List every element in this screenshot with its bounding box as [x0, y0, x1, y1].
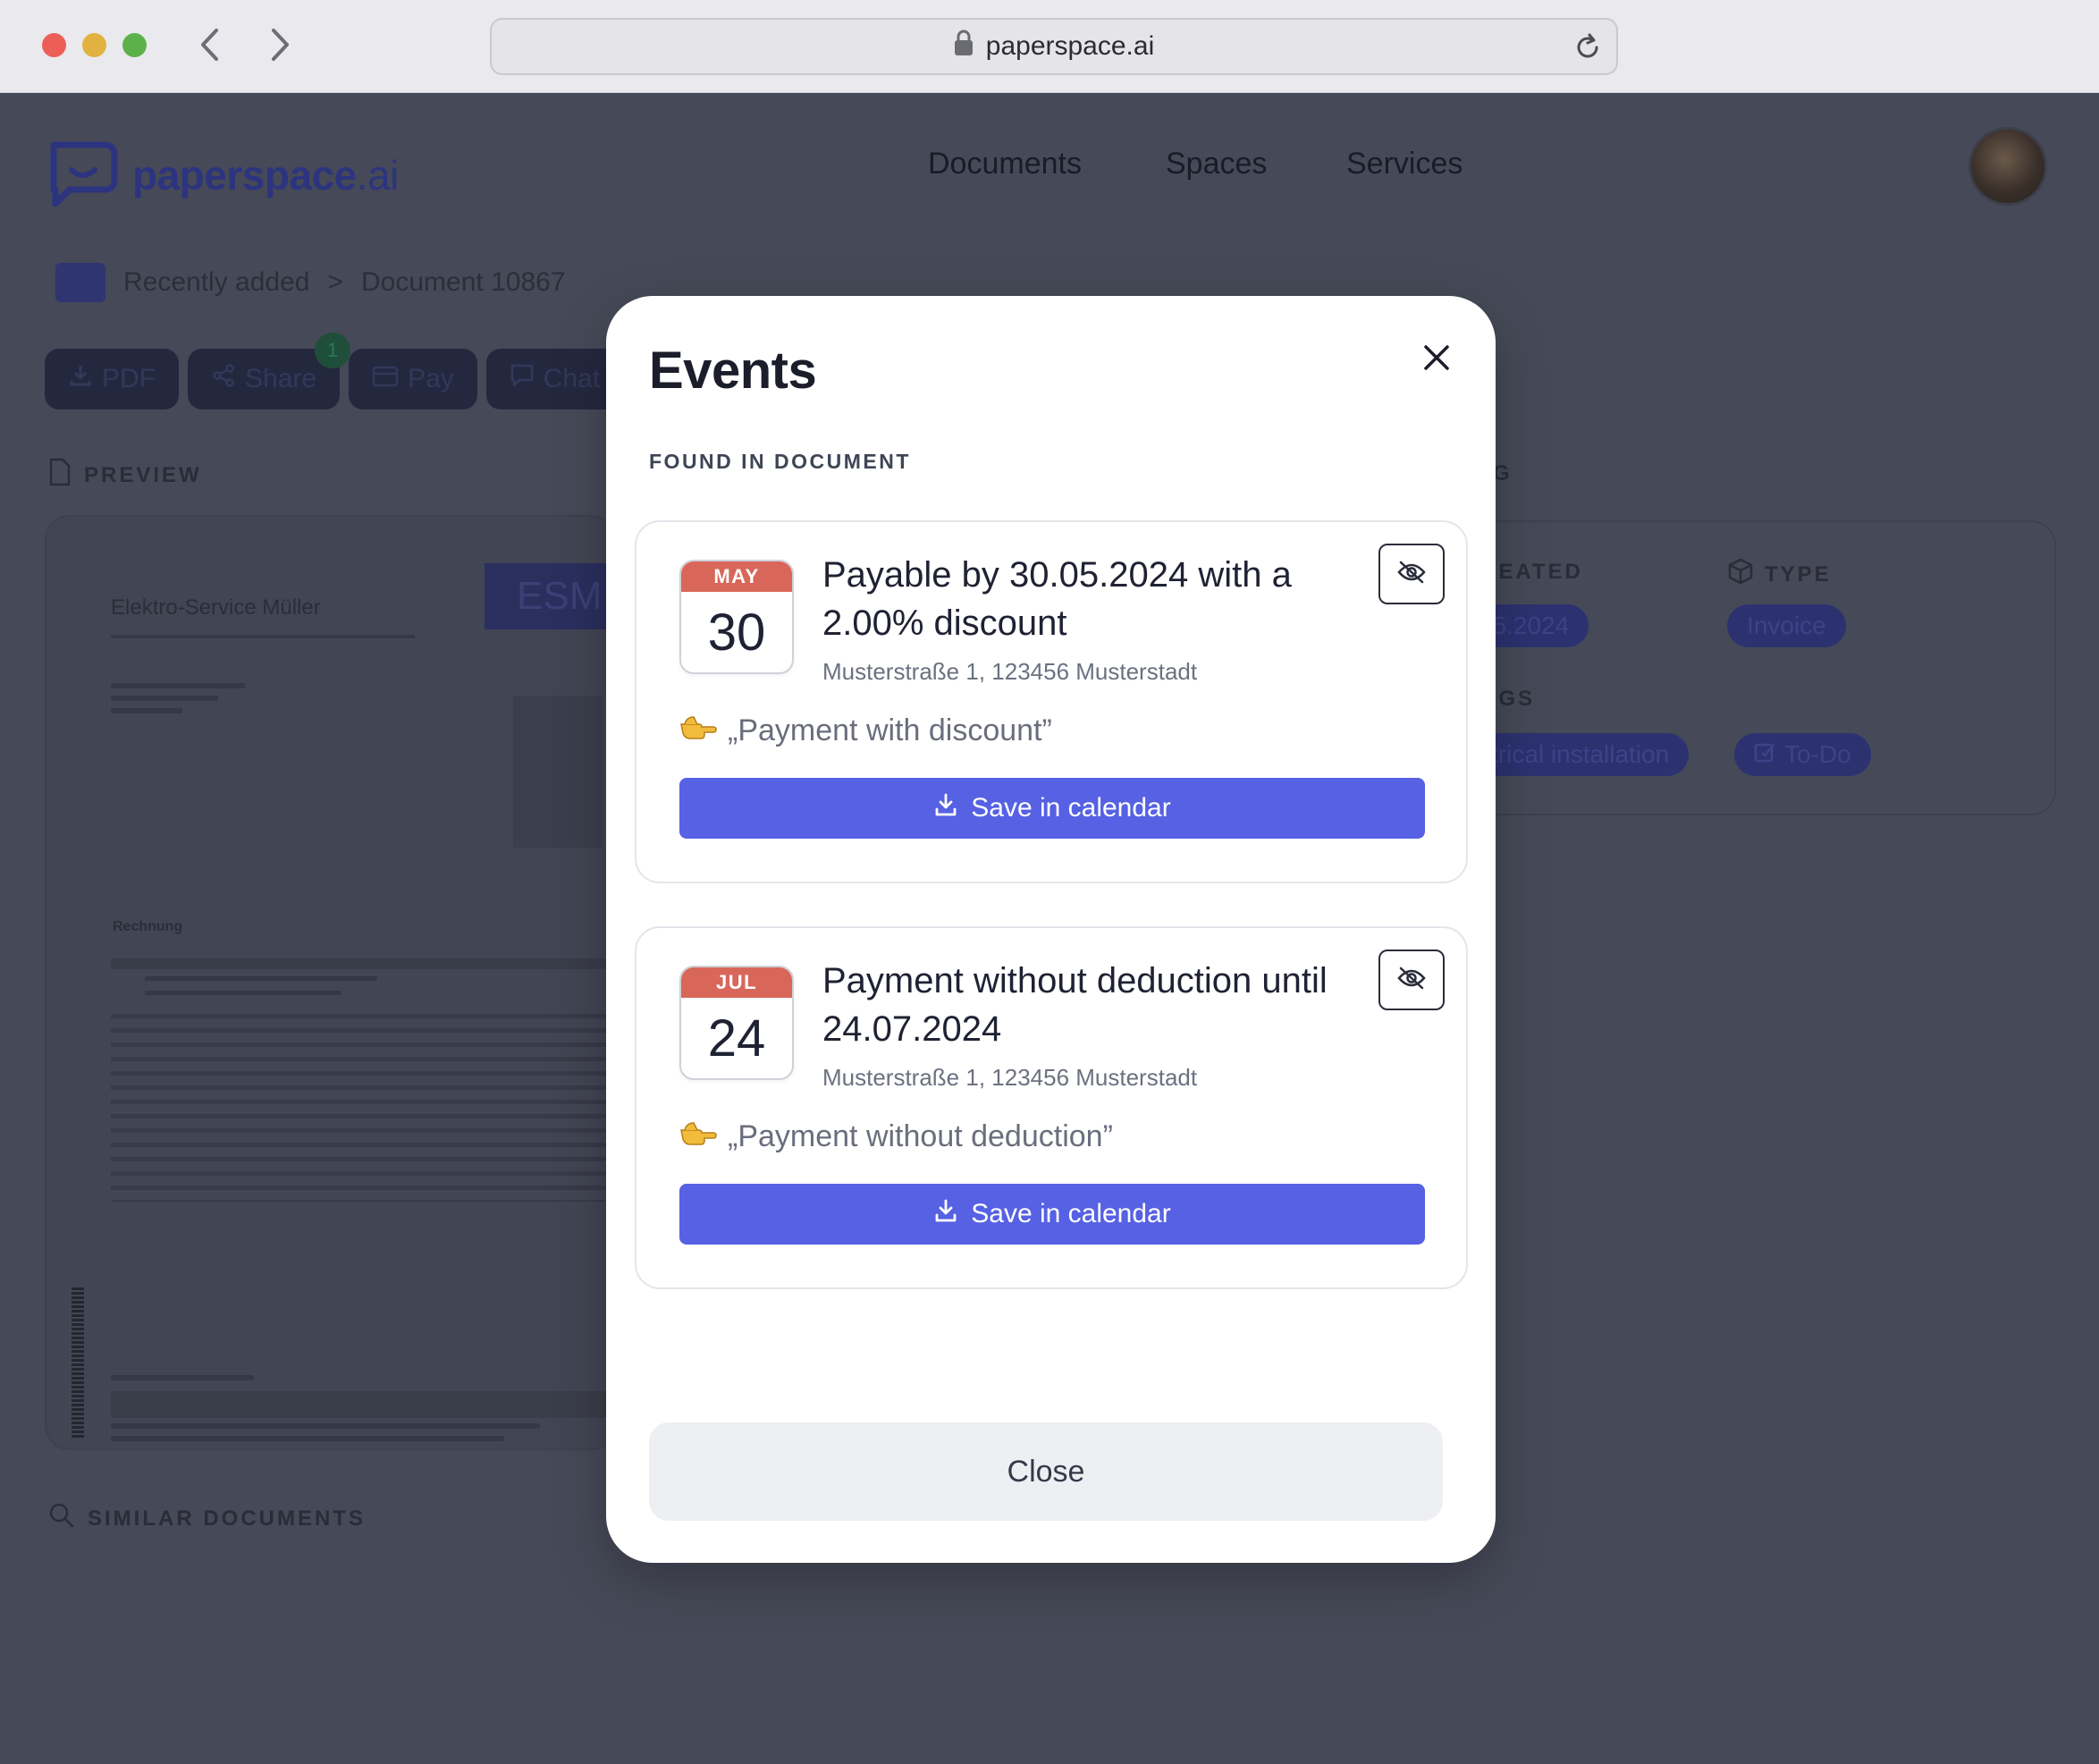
pointing-hand-icon [679, 1119, 717, 1154]
modal-title: Events [649, 342, 817, 400]
calendar-day: 24 [707, 1009, 766, 1068]
share-icon [211, 363, 236, 395]
nav-documents[interactable]: Documents [928, 147, 1082, 181]
calendar-month: MAY [681, 561, 792, 592]
folder-icon [55, 263, 105, 302]
document-actions: PDF Share 1 Pay Chat [45, 333, 624, 409]
event-title: Payable by 30.05.2024 with a 2.00% disco… [822, 555, 1292, 643]
document-meta-card: REATED 05.2024 TYPE Invoice AGS ctrical … [1459, 520, 2056, 815]
url-text: paperspace.ai [985, 31, 1155, 61]
chat-bubble-logo-icon [48, 138, 120, 212]
events-modal: Events FOUND IN DOCUMENT MAY 30 Payable … [606, 296, 1496, 1563]
app-logo[interactable]: paperspace.ai [48, 138, 399, 212]
event-source-quote: „Payment without deduction” [679, 1119, 1113, 1154]
eye-off-icon [1396, 966, 1427, 995]
reload-icon[interactable] [1572, 31, 1604, 63]
breadcrumb-folder[interactable]: Recently added [123, 267, 309, 298]
box-icon [1727, 558, 1754, 591]
lock-icon [954, 30, 974, 63]
address-bar[interactable]: paperspace.ai [490, 18, 1618, 75]
download-icon [68, 363, 93, 395]
window-zoom-dot[interactable] [122, 33, 147, 57]
window-minimize-dot[interactable] [82, 33, 106, 57]
calendar-date-badge: JUL 24 [679, 966, 794, 1080]
nav-services[interactable]: Services [1346, 147, 1463, 181]
hide-event-button[interactable] [1378, 544, 1445, 604]
credit-card-icon [372, 364, 399, 394]
created-label: REATED [1480, 560, 1583, 584]
calendar-month: JUL [681, 967, 792, 998]
document-company: Elektro-Service Müller [111, 595, 321, 620]
logo-wordmark: paperspace.ai [132, 151, 399, 198]
meta-section-title: G [1493, 461, 1513, 485]
forward-arrow-icon[interactable] [263, 23, 299, 66]
type-label: TYPE [1727, 558, 1832, 591]
calendar-day: 30 [707, 603, 766, 662]
chat-button[interactable]: Chat [485, 349, 624, 409]
pdf-button[interactable]: PDF [45, 349, 179, 409]
event-address: Musterstraße 1, 123456 Musterstadt [822, 1064, 1198, 1091]
event-source-quote: „Payment with discount” [679, 713, 1052, 748]
close-button[interactable]: Close [649, 1422, 1443, 1521]
tag-todo[interactable]: To-Do [1734, 733, 1871, 776]
share-button[interactable]: Share 1 [188, 333, 351, 409]
hide-event-button[interactable] [1378, 950, 1445, 1010]
preview-heading: PREVIEW [48, 458, 202, 493]
window-close-dot[interactable] [42, 33, 66, 57]
nav-spaces[interactable]: Spaces [1166, 147, 1267, 181]
download-icon [933, 1198, 958, 1230]
event-card: JUL 24 Payment without deduction until 2… [635, 926, 1468, 1289]
download-icon [933, 792, 958, 824]
found-in-document-label: FOUND IN DOCUMENT [649, 450, 911, 473]
document-preview[interactable]: ESM Elektro-Service Müller Rechnung [45, 515, 617, 1450]
search-icon [48, 1502, 75, 1535]
back-arrow-icon[interactable] [191, 23, 227, 66]
save-in-calendar-button[interactable]: Save in calendar [679, 778, 1425, 839]
save-in-calendar-button[interactable]: Save in calendar [679, 1184, 1425, 1245]
document-icon [48, 458, 72, 493]
breadcrumb-current: Document 10867 [361, 267, 566, 297]
breadcrumb: Recently added > Document 10867 [55, 263, 566, 302]
type-pill[interactable]: Invoice [1727, 604, 1846, 647]
close-icon[interactable] [1414, 335, 1459, 380]
document-logo: ESM [485, 563, 615, 629]
event-address: Musterstraße 1, 123456 Musterstadt [822, 658, 1198, 685]
event-card: MAY 30 Payable by 30.05.2024 with a 2.00… [635, 520, 1468, 883]
eye-off-icon [1396, 560, 1427, 589]
similar-documents-heading: SIMILAR DOCUMENTS [48, 1502, 366, 1535]
pointing-hand-icon [679, 713, 717, 748]
chat-icon [510, 363, 535, 395]
checkbox-edit-icon [1754, 740, 1775, 769]
barcode [72, 1286, 84, 1438]
share-badge: 1 [315, 333, 351, 368]
calendar-date-badge: MAY 30 [679, 560, 794, 674]
pay-button[interactable]: Pay [349, 349, 477, 409]
browser-chrome: paperspace.ai [0, 0, 2099, 93]
breadcrumb-separator: > [327, 267, 344, 297]
avatar[interactable] [1968, 127, 2047, 206]
document-heading: Rechnung [113, 919, 183, 934]
event-title: Payment without deduction until 24.07.20… [822, 961, 1328, 1049]
